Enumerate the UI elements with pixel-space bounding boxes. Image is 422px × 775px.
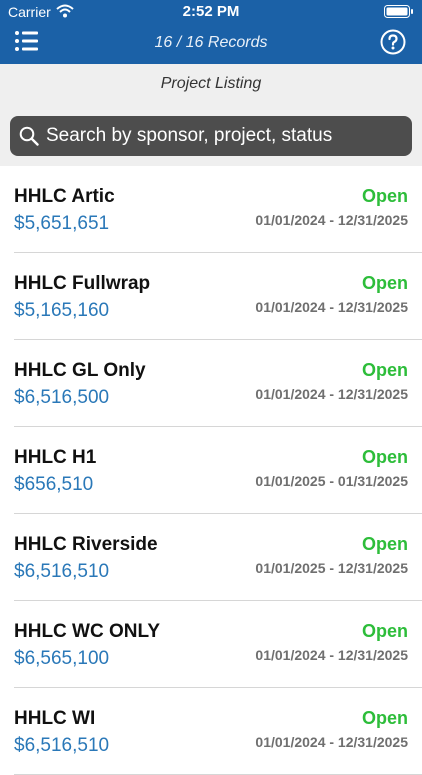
list-item[interactable]: HHLC Fullwrap $5,165,160 Open 01/01/2024… — [14, 253, 422, 340]
search-bar — [0, 104, 422, 166]
project-dates: 01/01/2024 - 12/31/2025 — [255, 299, 408, 315]
project-dates: 01/01/2025 - 12/31/2025 — [255, 560, 408, 576]
project-name: HHLC GL Only — [14, 360, 146, 381]
list-item[interactable]: HHLC WC ONLY $6,565,100 Open 01/01/2024 … — [14, 601, 422, 688]
project-dates: 01/01/2024 - 12/31/2025 — [255, 212, 408, 228]
project-name: HHLC WI — [14, 708, 96, 729]
project-dates: 01/01/2025 - 01/31/2025 — [255, 473, 408, 489]
page-subtitle: Project Listing — [0, 64, 422, 104]
status-badge: Open — [361, 273, 408, 293]
list-item[interactable]: HHLC WI $6,516,510 Open 01/01/2024 - 12/… — [14, 688, 422, 775]
project-amount: $6,516,510 — [14, 561, 110, 582]
project-amount: $656,510 — [14, 474, 94, 495]
list-item[interactable]: HHLC H1 $656,510 Open 01/01/2025 - 01/31… — [14, 427, 422, 514]
list-item[interactable]: HHLC Artic $5,651,651 Open 01/01/2024 - … — [14, 166, 422, 253]
battery-icon — [384, 5, 413, 18]
status-bar: Carrier 2:52 PM — [0, 0, 422, 24]
project-amount: $6,516,500 — [14, 387, 110, 408]
status-badge: Open — [361, 534, 408, 554]
project-amount: $6,516,510 — [14, 735, 110, 756]
project-name: HHLC WC ONLY — [14, 621, 161, 642]
project-dates: 01/01/2024 - 12/31/2025 — [255, 386, 408, 402]
clock: 2:52 PM — [182, 3, 240, 20]
help-icon — [380, 29, 406, 55]
help-button[interactable] — [380, 29, 406, 55]
project-amount: $6,565,100 — [14, 648, 110, 669]
status-badge: Open — [361, 447, 408, 467]
list-item[interactable]: HHLC GL Only $6,516,500 Open 01/01/2024 … — [14, 340, 422, 427]
list-item[interactable]: HHLC Riverside $6,516,510 Open 01/01/202… — [14, 514, 422, 601]
search-box[interactable] — [10, 116, 412, 156]
status-badge: Open — [361, 360, 408, 380]
project-amount: $5,651,651 — [14, 213, 110, 234]
status-badge: Open — [361, 708, 408, 728]
search-input[interactable] — [46, 116, 406, 156]
project-amount: $5,165,160 — [14, 300, 110, 321]
status-badge: Open — [361, 621, 408, 641]
top-bar: Carrier 2:52 PM 16 / 16 Records — [0, 0, 422, 64]
status-badge: Open — [361, 186, 408, 206]
project-name: HHLC Riverside — [14, 534, 158, 555]
project-dates: 01/01/2024 - 12/31/2025 — [255, 647, 408, 663]
project-dates: 01/01/2024 - 12/31/2025 — [255, 734, 408, 750]
records-count-title: 16 / 16 Records — [154, 34, 268, 51]
project-list: HHLC Artic $5,651,651 Open 01/01/2024 - … — [0, 166, 422, 775]
project-name: HHLC H1 — [14, 447, 97, 468]
project-name: HHLC Fullwrap — [14, 273, 151, 294]
project-name: HHLC Artic — [14, 186, 115, 207]
search-icon — [19, 126, 39, 146]
